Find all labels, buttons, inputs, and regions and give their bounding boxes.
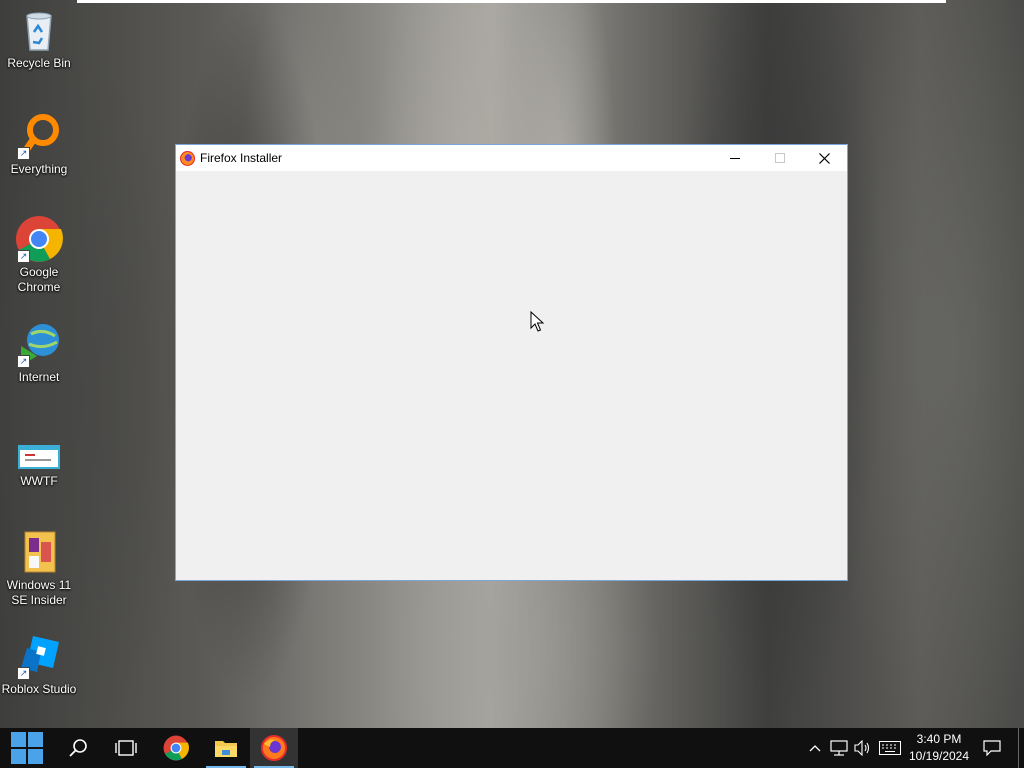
desktop-icon-label: Recycle Bin — [7, 56, 71, 70]
folder-icon — [215, 741, 237, 757]
windows-insider-folder-icon — [15, 528, 63, 576]
desktop-icon-everything[interactable]: ↗ Everything — [0, 112, 78, 177]
shortcut-arrow-icon: ↗ — [17, 147, 30, 160]
window-title: Firefox Installer — [200, 151, 283, 165]
shortcut-arrow-icon: ↗ — [17, 355, 30, 368]
taskbar-clock[interactable]: 3:40 PM 10/19/2024 — [900, 731, 978, 765]
shortcut-arrow-icon: ↗ — [17, 667, 30, 680]
windows-start-icon — [11, 732, 43, 764]
desktop-icon-label: Everything — [10, 162, 68, 176]
show-desktop-divider[interactable] — [1018, 728, 1019, 768]
close-button[interactable] — [802, 145, 847, 171]
internet-download-icon: ↗ — [15, 320, 63, 368]
notification-icon — [983, 740, 1001, 756]
taskbar-chrome[interactable] — [152, 728, 200, 768]
task-view-icon — [115, 740, 137, 756]
search-icon — [69, 739, 87, 757]
shortcut-arrow-icon: ↗ — [17, 250, 30, 263]
network-button[interactable] — [828, 728, 850, 768]
roblox-studio-icon: ↗ — [15, 632, 63, 680]
window-client-area — [176, 171, 847, 580]
maximize-button[interactable] — [757, 145, 802, 171]
window-titlebar[interactable]: Firefox Installer — [176, 145, 847, 171]
clock-time: 3:40 PM — [916, 732, 962, 746]
action-center-button[interactable] — [978, 728, 1006, 768]
desktop-icon-label: WWTF — [20, 474, 58, 488]
taskbar: 3:40 PM 10/19/2024 — [0, 728, 1024, 768]
desktop-icon-label: Google Chrome — [17, 265, 61, 294]
desktop-icon-windows-11-se-insider[interactable]: Windows 11 SE Insider — [0, 528, 78, 608]
desktop-icon-label: Windows 11 SE Insider — [6, 578, 72, 607]
firefox-installer-window[interactable]: Firefox Installer — [175, 144, 848, 581]
task-view-button[interactable] — [102, 728, 150, 768]
search-button[interactable] — [54, 728, 102, 768]
taskbar-file-explorer[interactable] — [202, 728, 250, 768]
close-icon — [819, 152, 830, 164]
desktop-icon-roblox-studio[interactable]: ↗ Roblox Studio — [0, 632, 78, 697]
minimize-button[interactable] — [712, 145, 757, 171]
maximize-icon — [774, 153, 785, 163]
chevron-up-icon — [809, 745, 821, 752]
volume-button[interactable] — [852, 728, 874, 768]
everything-search-icon: ↗ — [15, 112, 63, 160]
wwtf-app-icon — [15, 440, 63, 472]
show-hidden-icons-button[interactable] — [806, 728, 824, 768]
minimize-icon — [729, 158, 740, 159]
keyboard-icon — [879, 741, 901, 755]
firefox-icon — [261, 735, 287, 761]
desktop-icon-wwtf[interactable]: WWTF — [0, 440, 78, 489]
network-icon — [830, 740, 848, 756]
chrome-icon — [163, 735, 189, 761]
desktop-icon-internet[interactable]: ↗ Internet — [0, 320, 78, 385]
desktop-icon-google-chrome[interactable]: ↗ Google Chrome — [0, 215, 78, 295]
firefox-icon — [180, 151, 195, 166]
volume-icon — [854, 740, 870, 756]
clock-date: 10/19/2024 — [908, 749, 970, 763]
taskbar-firefox[interactable] — [250, 728, 298, 768]
chrome-icon: ↗ — [15, 215, 63, 263]
start-button[interactable] — [3, 728, 51, 768]
mouse-pointer-icon — [530, 311, 544, 332]
desktop-icon-label: Internet — [18, 370, 60, 384]
desktop-icon-recycle-bin[interactable]: Recycle Bin — [0, 6, 78, 71]
recycle-bin-icon — [15, 6, 63, 54]
offscreen-window-edge — [77, 0, 946, 3]
desktop-icon-label: Roblox Studio — [1, 682, 77, 696]
